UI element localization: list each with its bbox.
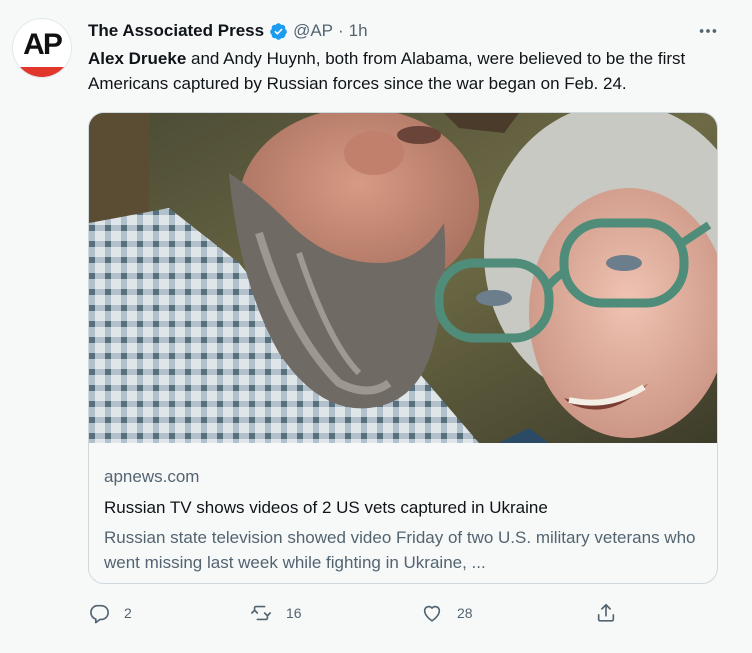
like-button[interactable]: 28 (421, 600, 473, 626)
tweet-text: Alex Drueke and Andy Huynh, both from Al… (88, 46, 728, 96)
ap-logo: AP (23, 28, 63, 61)
avatar[interactable]: AP (12, 18, 72, 78)
link-card[interactable]: apnews.com Russian TV shows videos of 2 … (88, 112, 718, 584)
share-button[interactable] (595, 600, 617, 626)
tweet-actions: 2 16 28 (88, 600, 728, 626)
reply-icon (90, 604, 109, 624)
card-photo[interactable] (89, 113, 718, 443)
author-name[interactable]: The Associated Press (88, 21, 264, 41)
tweet-header: The Associated Press @AP · 1h (88, 20, 368, 42)
reply-button[interactable]: 2 (88, 600, 132, 626)
tweet-timestamp[interactable]: 1h (349, 21, 368, 41)
reply-count: 2 (124, 605, 132, 621)
avatar-stripe (13, 67, 71, 77)
share-icon (597, 603, 615, 622)
more-icon[interactable] (694, 20, 722, 42)
card-domain: apnews.com (104, 467, 200, 486)
author-handle[interactable]: @AP (293, 21, 333, 41)
like-icon (423, 605, 441, 622)
tweet-text-mention: Alex Drueke (88, 49, 187, 68)
card-body: apnews.com Russian TV shows videos of 2 … (104, 465, 704, 575)
tweet[interactable]: AP The Associated Press @AP · 1h Alex Dr… (0, 0, 752, 653)
retweet-button[interactable]: 16 (250, 600, 302, 626)
card-description: Russian state television showed video Fr… (104, 528, 696, 572)
separator-dot: · (338, 21, 344, 40)
verified-badge-icon (269, 22, 288, 41)
like-count: 28 (457, 605, 473, 621)
card-title[interactable]: Russian TV shows videos of 2 US vets cap… (104, 495, 704, 521)
retweet-icon (251, 605, 271, 621)
retweet-count: 16 (286, 605, 302, 621)
